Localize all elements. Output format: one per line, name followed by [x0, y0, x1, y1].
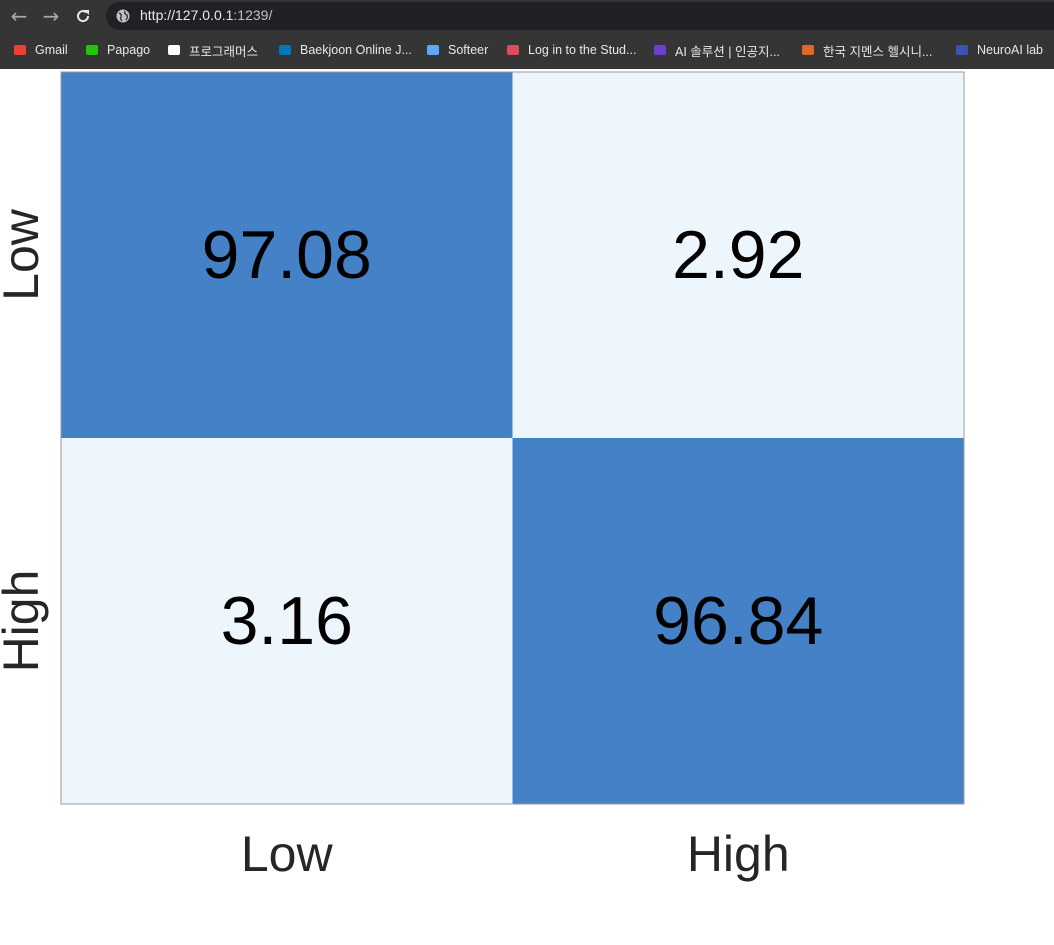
bookmark-label: Baekjoon Online J... — [300, 43, 412, 57]
arrow-left-icon: ← — [10, 4, 28, 28]
back-button[interactable]: ← — [7, 4, 31, 28]
bookmark-item[interactable]: NeuroAI lab — [954, 41, 1043, 59]
bookmark-icon — [505, 42, 521, 58]
papago-icon — [84, 42, 100, 58]
bookmark-label: Softeer — [448, 43, 489, 57]
confusion-matrix-heatmap: 97.08 2.92 3.16 96.84 Low High Low High — [0, 71, 965, 882]
globe-icon[interactable] — [116, 9, 130, 23]
bookmarks-bar: Gmail Papago 프로그래머스 Baekjoon Online J... Sof… — [0, 32, 1054, 69]
bookmark-label: AI 솔루션 | 인공지... — [675, 44, 780, 59]
bookmark-label: Papago — [107, 43, 151, 57]
y-tick-label: Low — [0, 208, 49, 301]
cell-value-label: 3.16 — [221, 583, 353, 659]
forward-button[interactable]: → — [39, 4, 63, 28]
bookmark-item[interactable]: 프로그래머스 — [166, 41, 258, 59]
bookmark-item[interactable]: Softeer — [425, 41, 488, 59]
y-tick-label: High — [0, 570, 49, 673]
address-bar[interactable]: http://127.0.0.1:1239/ — [106, 2, 1054, 30]
bookmark-label: 한국 지멘스 헬시니... — [823, 44, 933, 59]
cell-value-label: 97.08 — [202, 217, 372, 293]
url-text[interactable]: http://127.0.0.1:1239/ — [140, 7, 272, 23]
softeer-icon — [425, 42, 441, 58]
bookmark-label: 프로그래머스 — [189, 44, 259, 59]
bookmark-item[interactable]: Baekjoon Online J... — [277, 41, 412, 59]
x-tick-label: High — [687, 826, 790, 882]
ai-solution-icon — [652, 42, 668, 58]
arrow-right-icon: → — [42, 4, 60, 28]
bookmark-label: Log in to the Stud... — [528, 43, 637, 57]
programmers-icon — [166, 42, 182, 58]
reload-button[interactable] — [71, 4, 95, 28]
reload-icon — [77, 10, 90, 23]
bookmark-label: Gmail — [35, 43, 68, 57]
neuroai-icon — [954, 42, 970, 58]
bookmark-item[interactable]: AI 솔루션 | 인공지... — [652, 41, 780, 59]
x-tick-label: Low — [241, 826, 334, 882]
gmail-icon — [12, 42, 28, 58]
bookmark-item[interactable]: Papago — [84, 41, 150, 59]
url-rest: :1239/ — [233, 7, 273, 23]
bookmark-item[interactable]: 한국 지멘스 헬시니... — [800, 41, 932, 59]
bookmark-label: NeuroAI lab — [977, 43, 1044, 57]
siemens-icon — [800, 42, 816, 58]
cell-value-label: 2.92 — [672, 217, 804, 293]
code-icon — [277, 42, 293, 58]
url-host: http://127.0.0.1 — [140, 7, 234, 23]
browser-toolbar: ← → http://127.0.0.1:1239/ — [0, 0, 1054, 32]
bookmark-item[interactable]: Gmail — [12, 41, 68, 59]
bookmark-item[interactable]: Log in to the Stud... — [505, 41, 636, 59]
cell-value-label: 96.84 — [653, 583, 823, 659]
